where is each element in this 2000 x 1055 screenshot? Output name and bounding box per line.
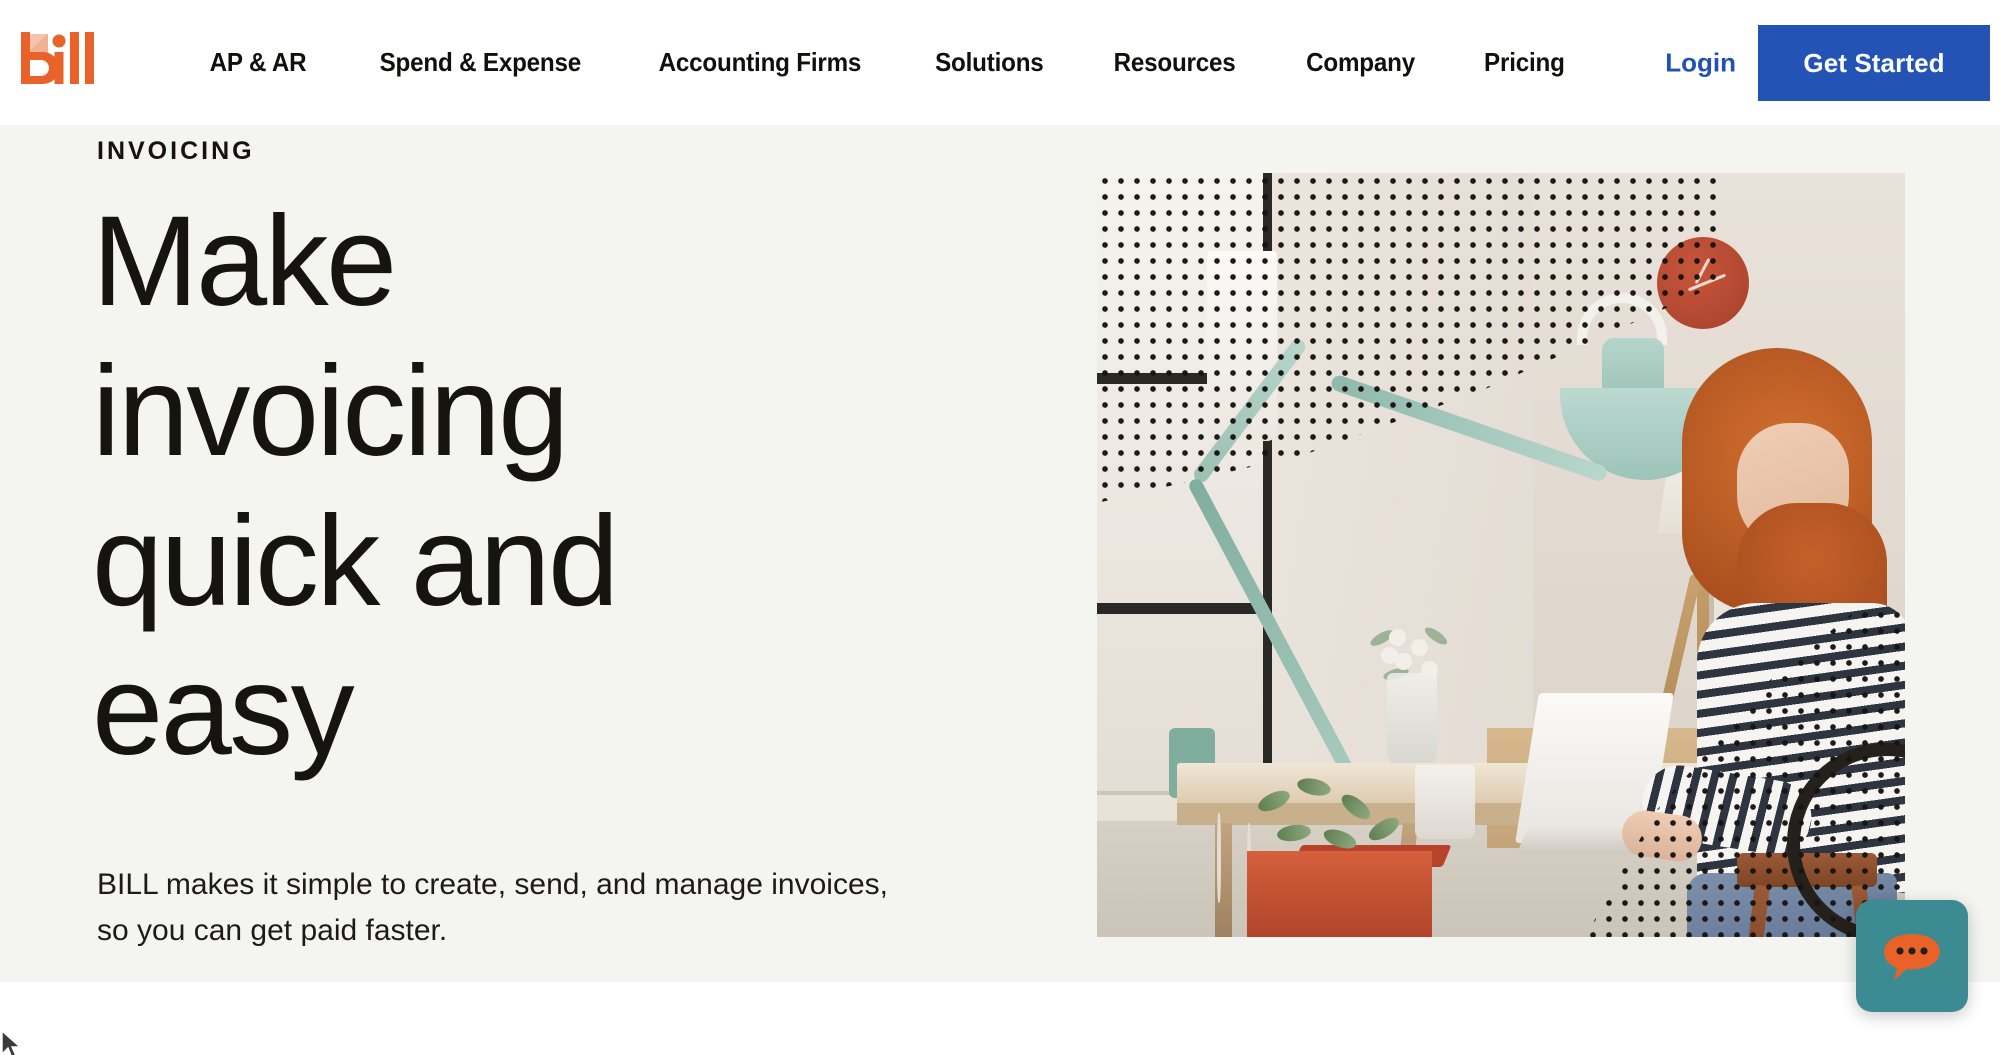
nav-item-solutions[interactable]: Solutions [906,47,1072,78]
bill-logo[interactable] [18,28,96,90]
page-root: AP & AR Spend & Expense Accounting Firms… [0,0,2000,1055]
hero-image [1097,173,1905,937]
chat-widget-button[interactable] [1856,900,1968,1012]
nav-item-company[interactable]: Company [1278,47,1445,78]
nav-item-pricing[interactable]: Pricing [1456,47,1594,78]
bill-logo-icon [21,32,94,84]
nav-item-resources[interactable]: Resources [1085,47,1265,78]
login-link[interactable]: Login [1665,47,1736,78]
site-header: AP & AR Spend & Expense Accounting Firms… [0,0,2000,125]
wall-clock-icon [1657,237,1749,329]
header-get-started-button[interactable]: Get Started [1758,25,1990,101]
hero-subcopy: BILL makes it simple to create, send, an… [97,868,888,947]
mouse-cursor [1,1030,22,1055]
nav-item-ap-ar[interactable]: AP & AR [181,47,335,78]
hero-section: INVOICING Make invoicing quick and easy … [0,125,2000,982]
page-title: Make invoicing quick and easy [92,190,619,783]
nav-item-accounting-firms[interactable]: Accounting Firms [629,47,889,78]
nav-item-spend-expense[interactable]: Spend & Expense [351,47,610,78]
chat-bubble-icon [1884,934,1940,980]
hero-eyebrow: INVOICING [97,137,255,165]
hero-photo [1097,173,1905,937]
primary-navigation: AP & AR Spend & Expense Accounting Firms… [175,0,1599,125]
